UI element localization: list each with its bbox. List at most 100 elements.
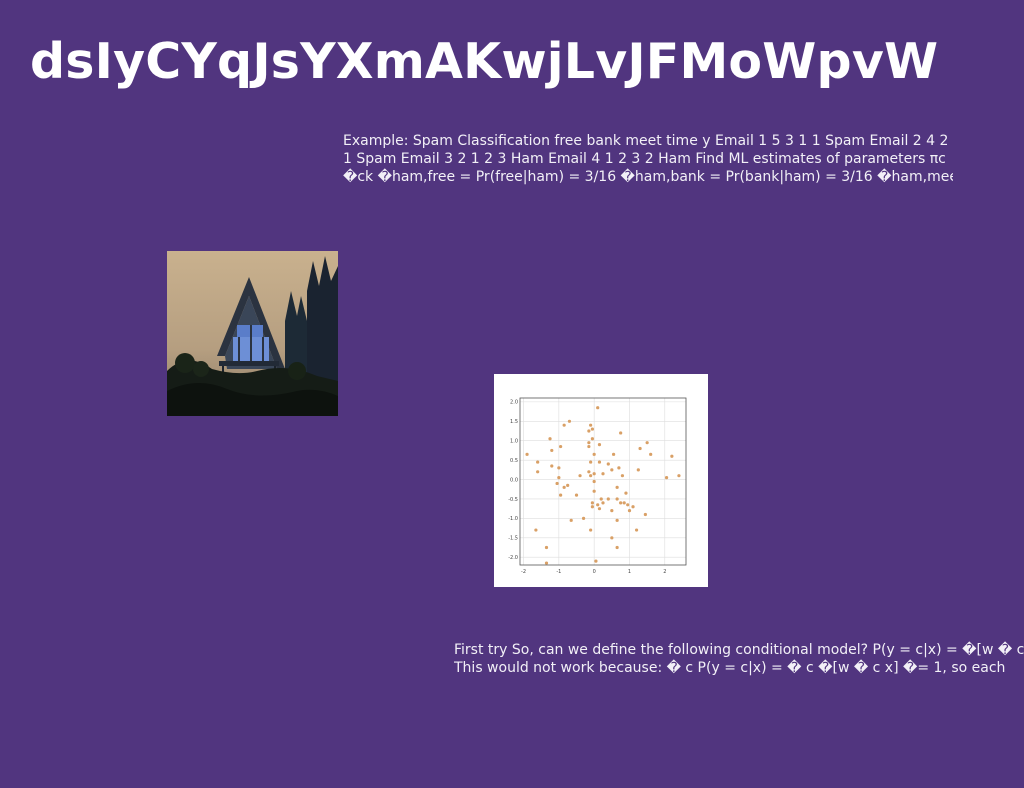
- y-tick-label: -1.0: [508, 516, 518, 522]
- scatter-point: [557, 476, 561, 480]
- scatter-point: [610, 468, 614, 472]
- scatter-plot: -2 -1 0 1 2 2.0 1.5 1.0 0.5 0.0 -0.5 -1.0 -1.5 -2.0: [494, 374, 708, 587]
- scatter-point: [574, 493, 579, 497]
- scatter-point: [544, 561, 549, 565]
- scatter-point: [615, 545, 619, 550]
- scatter-point: [597, 460, 602, 464]
- y-tick-label: 2.0: [510, 400, 518, 406]
- scatter-point: [589, 528, 593, 532]
- scatter-point: [634, 528, 639, 532]
- scatter-point: [664, 476, 669, 480]
- scatter-point: [555, 481, 559, 486]
- example-text-line: �ck �ham,free = Pr(free|ham) = 3/16 �ham…: [343, 169, 953, 185]
- scatter-point: [677, 474, 681, 478]
- scatter-point: [592, 479, 596, 484]
- scatter-point: [589, 460, 593, 464]
- y-tick-label: -0.5: [508, 497, 518, 503]
- y-tick-label: 1.0: [510, 439, 518, 445]
- scatter-point: [587, 470, 591, 474]
- scatter-point: [620, 474, 625, 478]
- scatter-point: [617, 466, 621, 470]
- scatter-point: [594, 559, 598, 563]
- scatter-point: [606, 497, 610, 501]
- y-tick-label: 1.5: [510, 419, 518, 425]
- scatter-point: [611, 452, 616, 456]
- scatter-point: [544, 545, 549, 550]
- scatter-point: [587, 444, 591, 449]
- example-text-line: 1 Spam Email 3 2 1 2 3 Ham Email 4 1 2 3…: [343, 151, 946, 167]
- scatter-point: [599, 497, 603, 501]
- photo-artwork: [167, 251, 338, 416]
- scatter-point: [645, 441, 649, 445]
- scatter-point: [587, 441, 591, 445]
- x-tick-label: -1: [556, 569, 561, 575]
- scatter-point: [624, 491, 628, 495]
- scatter-point: [596, 503, 600, 507]
- scatter-point: [615, 485, 619, 489]
- scatter-point: [606, 462, 610, 466]
- scatter-point: [569, 518, 573, 522]
- x-tick-label: -2: [521, 569, 526, 575]
- scatter-point: [589, 423, 593, 427]
- scatter-point: [670, 454, 674, 458]
- scatter-point: [643, 512, 647, 517]
- scatter-point: [627, 509, 632, 513]
- scatter-point: [601, 472, 605, 476]
- scatter-point: [559, 493, 563, 497]
- scatter-point: [649, 452, 653, 456]
- scatter-point: [615, 497, 619, 501]
- scatter-point: [619, 501, 623, 505]
- scatter-plot-svg: -2 -1 0 1 2 2.0 1.5 1.0 0.5 0.0 -0.5 -1.0 -1.5 -2.0: [508, 397, 687, 575]
- scatter-point: [592, 489, 596, 493]
- first-try-text-block: First try So, can we define the followin…: [454, 641, 1024, 677]
- scatter-point: [626, 503, 630, 507]
- example-text-block: Example: Spam Classification free bank m…: [343, 132, 953, 186]
- plot-frame: [519, 397, 687, 566]
- first-try-text-line: First try So, can we define the followin…: [454, 642, 1024, 658]
- scatter-point: [590, 427, 595, 431]
- scatter-point: [590, 437, 595, 441]
- scatter-point: [562, 423, 566, 427]
- scatter-point: [615, 518, 619, 522]
- scatter-point: [525, 452, 529, 456]
- scatter-point: [581, 516, 586, 520]
- x-tick-label: 0: [593, 569, 596, 575]
- scatter-point: [589, 474, 593, 478]
- scatter-point: [578, 474, 582, 478]
- scatter-point: [550, 464, 554, 468]
- example-text-line: Example: Spam Classification free bank m…: [343, 133, 949, 149]
- scatter-point: [631, 505, 635, 509]
- scatter-point: [592, 452, 596, 456]
- scatter-point: [566, 483, 570, 487]
- first-try-text-line: This would not work because: � c P(y = c…: [454, 660, 1006, 676]
- scatter-point: [596, 406, 600, 410]
- scatter-point: [562, 485, 566, 489]
- y-tick-label: 0.5: [510, 458, 518, 464]
- y-tick-label: -2.0: [508, 555, 518, 561]
- scatter-point: [592, 472, 596, 476]
- scatter-point: [610, 536, 614, 540]
- scatter-point: [619, 431, 623, 435]
- y-tick-label: -1.5: [508, 536, 518, 542]
- a-frame-house-photo: [167, 251, 338, 416]
- x-tick-label: 2: [663, 569, 666, 575]
- scatter-point: [638, 446, 642, 451]
- scatter-point: [557, 466, 561, 470]
- scatter-point: [610, 509, 614, 513]
- x-tick-label: 1: [628, 569, 631, 575]
- page-title: dsIyCYqJsYXmAKwjLvJFMoWpvW: [30, 33, 939, 90]
- scatter-point: [597, 443, 602, 447]
- scatter-point: [534, 528, 538, 532]
- scatter-point: [636, 468, 640, 472]
- scatter-point: [587, 429, 591, 433]
- scatter-point: [548, 437, 552, 441]
- y-tick-label: 0.0: [510, 477, 518, 483]
- scatter-point: [567, 419, 572, 423]
- scatter-point: [550, 448, 554, 453]
- scatter-point: [590, 501, 595, 505]
- scatter-point: [536, 460, 540, 464]
- scatter-point: [597, 507, 602, 511]
- scatter-point: [601, 501, 605, 505]
- scatter-point: [622, 501, 626, 505]
- scatter-point: [536, 470, 540, 474]
